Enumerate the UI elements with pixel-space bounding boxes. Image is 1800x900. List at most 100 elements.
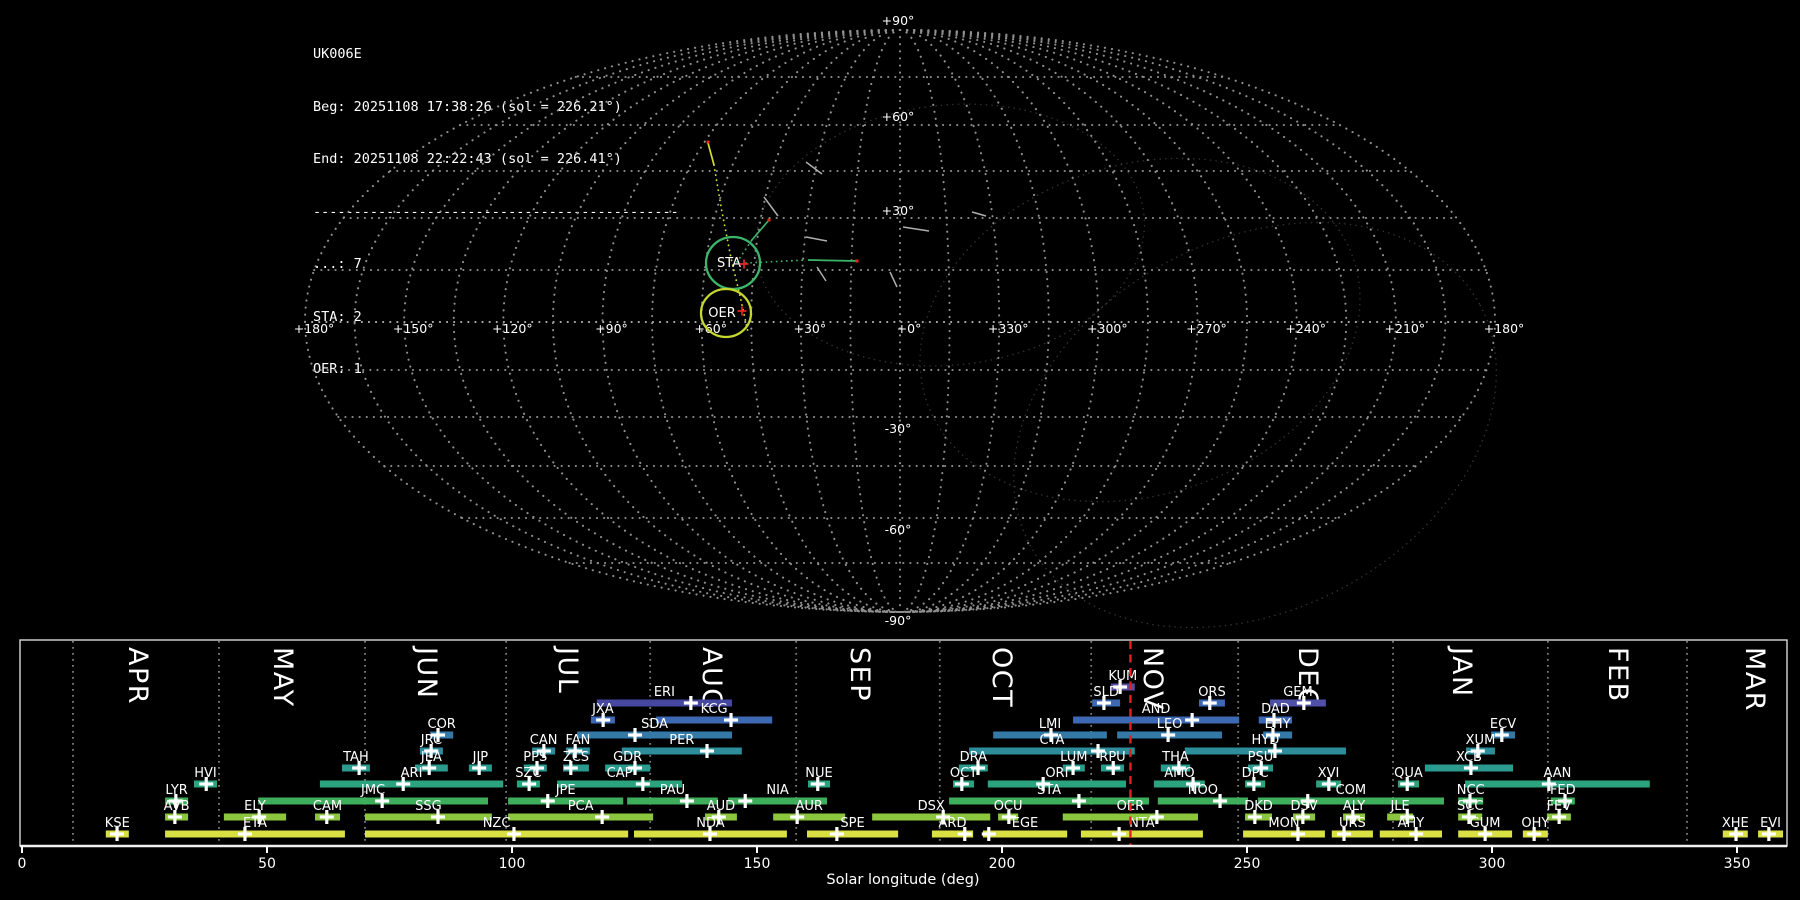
x-tick-label: 250 (1234, 856, 1261, 872)
lat-label: -60° (885, 522, 912, 537)
lon-label: +60° (694, 321, 727, 336)
lat-label: -90° (885, 613, 912, 628)
shower-label-SLD: SLD (1093, 685, 1119, 700)
shower-label-JPE: JPE (555, 783, 576, 798)
meteor-end-point (855, 259, 859, 263)
activity-timeline: APR MAY JUN JUL AUG SEP OCT NOV DEC JAN FEB MARKUME… (18, 639, 1788, 888)
shower-bar-SSG (365, 813, 492, 821)
shower-label-PCA: PCA (568, 799, 594, 814)
shower-label-SPE: SPE (840, 816, 864, 831)
lon-label: +180° (294, 321, 335, 336)
meteor-streak (816, 266, 827, 282)
fov-arc (1012, 221, 1498, 629)
shower-label-EGE: EGE (1012, 816, 1039, 831)
shower-label-AUD: AUD (707, 799, 735, 814)
shower-label-NOO: NOO (1188, 783, 1218, 798)
shower-label-THA: THA (1161, 750, 1189, 765)
shower-label-TAH: TAH (342, 750, 369, 765)
lon-label: +150° (393, 321, 434, 336)
shower-label-PPS: PPS (523, 750, 547, 765)
shower-label-ERI: ERI (654, 685, 675, 700)
lat-label: -30° (885, 421, 912, 436)
shower-label-EHY: EHY (1265, 717, 1291, 732)
shower-label-NIA: NIA (766, 783, 789, 798)
axis-title: Solar longitude (deg) (826, 872, 979, 888)
lon-label: +30° (794, 321, 827, 336)
shower-bar-NTA (1080, 830, 1203, 838)
month-label-FEB: FEB (1602, 647, 1633, 703)
shower-bar-ETA (165, 830, 345, 838)
shower-label-NZC: NZC (483, 816, 511, 831)
lat-label: +90° (882, 13, 915, 28)
sky-map: +90° +60° +30° -30° -60° -90° +180° +150° +120° +… (294, 13, 1525, 629)
shower-bar-JPE (508, 797, 624, 805)
shower-label-CTA: CTA (1040, 733, 1065, 748)
lon-label: +180° (1484, 321, 1525, 336)
meteor-streak (805, 161, 823, 175)
month-label-APR: APR (122, 647, 153, 705)
meteor-end-point (767, 218, 771, 222)
month-label-OCT: OCT (986, 647, 1017, 708)
radiant-label-OER: OER (708, 306, 735, 321)
shower-label-DKD: DKD (1244, 799, 1273, 814)
month-label-JUL: JUL (552, 645, 583, 694)
shower-label-AVB: AVB (164, 799, 190, 814)
shower-label-DSX: DSX (918, 799, 945, 814)
month-label-MAY: MAY (267, 647, 298, 708)
shower-label-JEA: JEA (420, 750, 442, 765)
x-tick-label: 150 (744, 856, 771, 872)
shower-label-AND: AND (1142, 702, 1171, 717)
shower-label-DRA: DRA (960, 750, 988, 765)
shower-label-STA: STA (1037, 783, 1061, 798)
meteor-streak (805, 236, 828, 242)
shower-label-GDR: GDR (613, 750, 642, 765)
shower-label-AUR: AUR (795, 799, 822, 814)
lon-label: +330° (988, 321, 1029, 336)
meteor-end-point (706, 140, 710, 144)
lon-label: +90° (595, 321, 628, 336)
shower-label-PAU: PAU (660, 783, 685, 798)
shower-label-ZCS: ZCS (563, 750, 589, 765)
lon-label: +0° (897, 321, 922, 336)
shower-bar-ARI (319, 780, 504, 788)
shower-label-OCT: OCT (950, 766, 977, 781)
meteor-streak (902, 226, 930, 232)
meteor-streak (889, 271, 898, 288)
radiant-label-STA: STA (717, 256, 741, 271)
shower-label-PER: PER (669, 733, 694, 748)
shower-label-EVI: EVI (1760, 816, 1781, 831)
month-label-SEP: SEP (844, 647, 875, 702)
shower-label-XCB: XCB (1456, 750, 1482, 765)
shower-label-FAN: FAN (565, 733, 590, 748)
shower-label-SDA: SDA (641, 717, 668, 732)
shower-label-FED: FED (1550, 783, 1576, 798)
shower-meteor-trail (707, 142, 715, 166)
shower-bar-DSX (872, 813, 991, 821)
meteor-streak (763, 196, 779, 217)
x-tick-label: 300 (1479, 856, 1506, 872)
lon-label: +120° (492, 321, 533, 336)
lat-label: +60° (882, 109, 915, 124)
meteor-dotted-path (745, 259, 807, 264)
shower-bar-KCG (656, 716, 773, 724)
shower-bar-PCA (508, 813, 654, 821)
shower-meteor-trail (807, 259, 858, 262)
shower-bar-NZC (365, 830, 629, 838)
lon-label: +240° (1285, 321, 1326, 336)
shower-label-MON: MON (1268, 816, 1299, 831)
shower-label-COR: COR (428, 717, 456, 732)
shower-label-ETA: ETA (243, 816, 267, 831)
x-tick-label: 100 (499, 856, 526, 872)
month-label-MAR: MAR (1739, 647, 1770, 712)
shower-label-ELY: ELY (244, 799, 266, 814)
lon-label: +300° (1087, 321, 1128, 336)
shower-label-ORS: ORS (1198, 685, 1226, 700)
shower-label-GEM: GEM (1283, 685, 1313, 700)
x-tick-label: 50 (258, 856, 276, 872)
month-label-JUN: JUN (411, 645, 442, 699)
lat-label: +30° (882, 203, 915, 218)
lon-label: +210° (1385, 321, 1426, 336)
x-tick-label: 0 (18, 856, 27, 872)
shower-label-CAP: CAP (607, 766, 633, 781)
shower-bar-SPE (806, 830, 899, 838)
